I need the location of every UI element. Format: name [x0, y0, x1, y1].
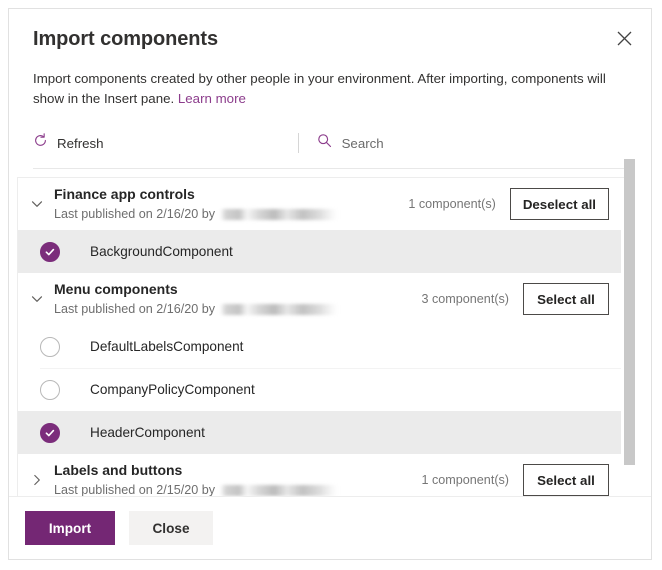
group-select-all-button[interactable]: Select all	[523, 464, 609, 496]
group-published-text: Last published on 2/16/20 by	[54, 207, 216, 221]
close-button[interactable]	[607, 21, 641, 55]
checkbox-checked-icon[interactable]	[40, 241, 60, 262]
refresh-button[interactable]: Refresh	[33, 131, 108, 155]
search-input[interactable]: Search	[317, 133, 627, 153]
import-components-dialog: Import components Import components crea…	[8, 8, 652, 560]
group-title: Menu components	[54, 281, 178, 297]
component-row[interactable]: CompanyPolicyComponent	[18, 368, 621, 411]
group-texts: Menu components Last published on 2/16/20…	[50, 280, 422, 318]
refresh-label: Refresh	[57, 135, 104, 151]
chevron-right-icon[interactable]	[24, 474, 50, 486]
group-subtitle: Last published on 2/16/20 by	[54, 205, 408, 223]
component-groups-container: Finance app controls Last published on 2/…	[18, 178, 635, 528]
group-texts: Finance app controls Last published on 2/…	[50, 185, 408, 223]
group-header[interactable]: Finance app controls Last published on 2/…	[18, 178, 621, 230]
checkbox-unchecked-icon[interactable]	[40, 336, 60, 357]
component-name: HeaderComponent	[90, 425, 205, 440]
chevron-down-icon[interactable]	[24, 293, 50, 305]
checkbox-unchecked-icon[interactable]	[40, 379, 60, 400]
group-title: Finance app controls	[54, 186, 195, 202]
redacted-author-name	[220, 303, 339, 315]
dialog-header: Import components	[9, 9, 651, 53]
command-bar-divider	[297, 133, 299, 153]
import-button[interactable]: Import	[25, 511, 115, 545]
group-component-count: 3 component(s)	[421, 292, 510, 306]
command-bar: Refresh Search	[33, 126, 627, 169]
group-subtitle: Last published on 2/16/20 by	[54, 300, 422, 318]
learn-more-link[interactable]: Learn more	[178, 91, 246, 106]
component-row[interactable]: HeaderComponent	[18, 411, 621, 454]
search-placeholder: Search	[341, 135, 384, 151]
close-dialog-button[interactable]: Close	[129, 511, 213, 545]
component-row[interactable]: DefaultLabelsComponent	[18, 325, 621, 368]
component-groups-list: Finance app controls Last published on 2/…	[17, 177, 635, 529]
dialog-footer: Import Close	[9, 496, 651, 559]
description-text: Import components created by other peopl…	[33, 71, 606, 106]
group-header[interactable]: Menu components Last published on 2/16/20…	[18, 273, 621, 325]
list-scrollbar-thumb[interactable]	[624, 159, 635, 465]
checkbox-checked-icon[interactable]	[40, 422, 60, 443]
refresh-icon	[33, 133, 48, 153]
group-title: Labels and buttons	[54, 462, 183, 478]
search-icon	[317, 133, 332, 153]
group-texts: Labels and buttons Last published on 2/15…	[50, 461, 422, 499]
group-published-text: Last published on 2/16/20 by	[54, 302, 216, 316]
group-select-all-button[interactable]: Deselect all	[509, 188, 609, 220]
component-name: BackgroundComponent	[90, 244, 233, 259]
page-title: Import components	[33, 28, 218, 50]
dialog-description: Import components created by other peopl…	[33, 69, 627, 109]
component-name: DefaultLabelsComponent	[90, 339, 244, 354]
redacted-author-name	[220, 484, 339, 496]
list-scrollbar-track[interactable]	[624, 155, 635, 507]
group-select-all-button[interactable]: Select all	[523, 283, 609, 315]
group-component-count: 1 component(s)	[408, 197, 496, 211]
component-row[interactable]: BackgroundComponent	[18, 230, 621, 273]
group-component-count: 1 component(s)	[421, 473, 510, 487]
chevron-down-icon[interactable]	[24, 198, 50, 210]
close-icon	[617, 31, 632, 46]
component-name: CompanyPolicyComponent	[90, 382, 255, 397]
redacted-author-name	[220, 208, 339, 220]
